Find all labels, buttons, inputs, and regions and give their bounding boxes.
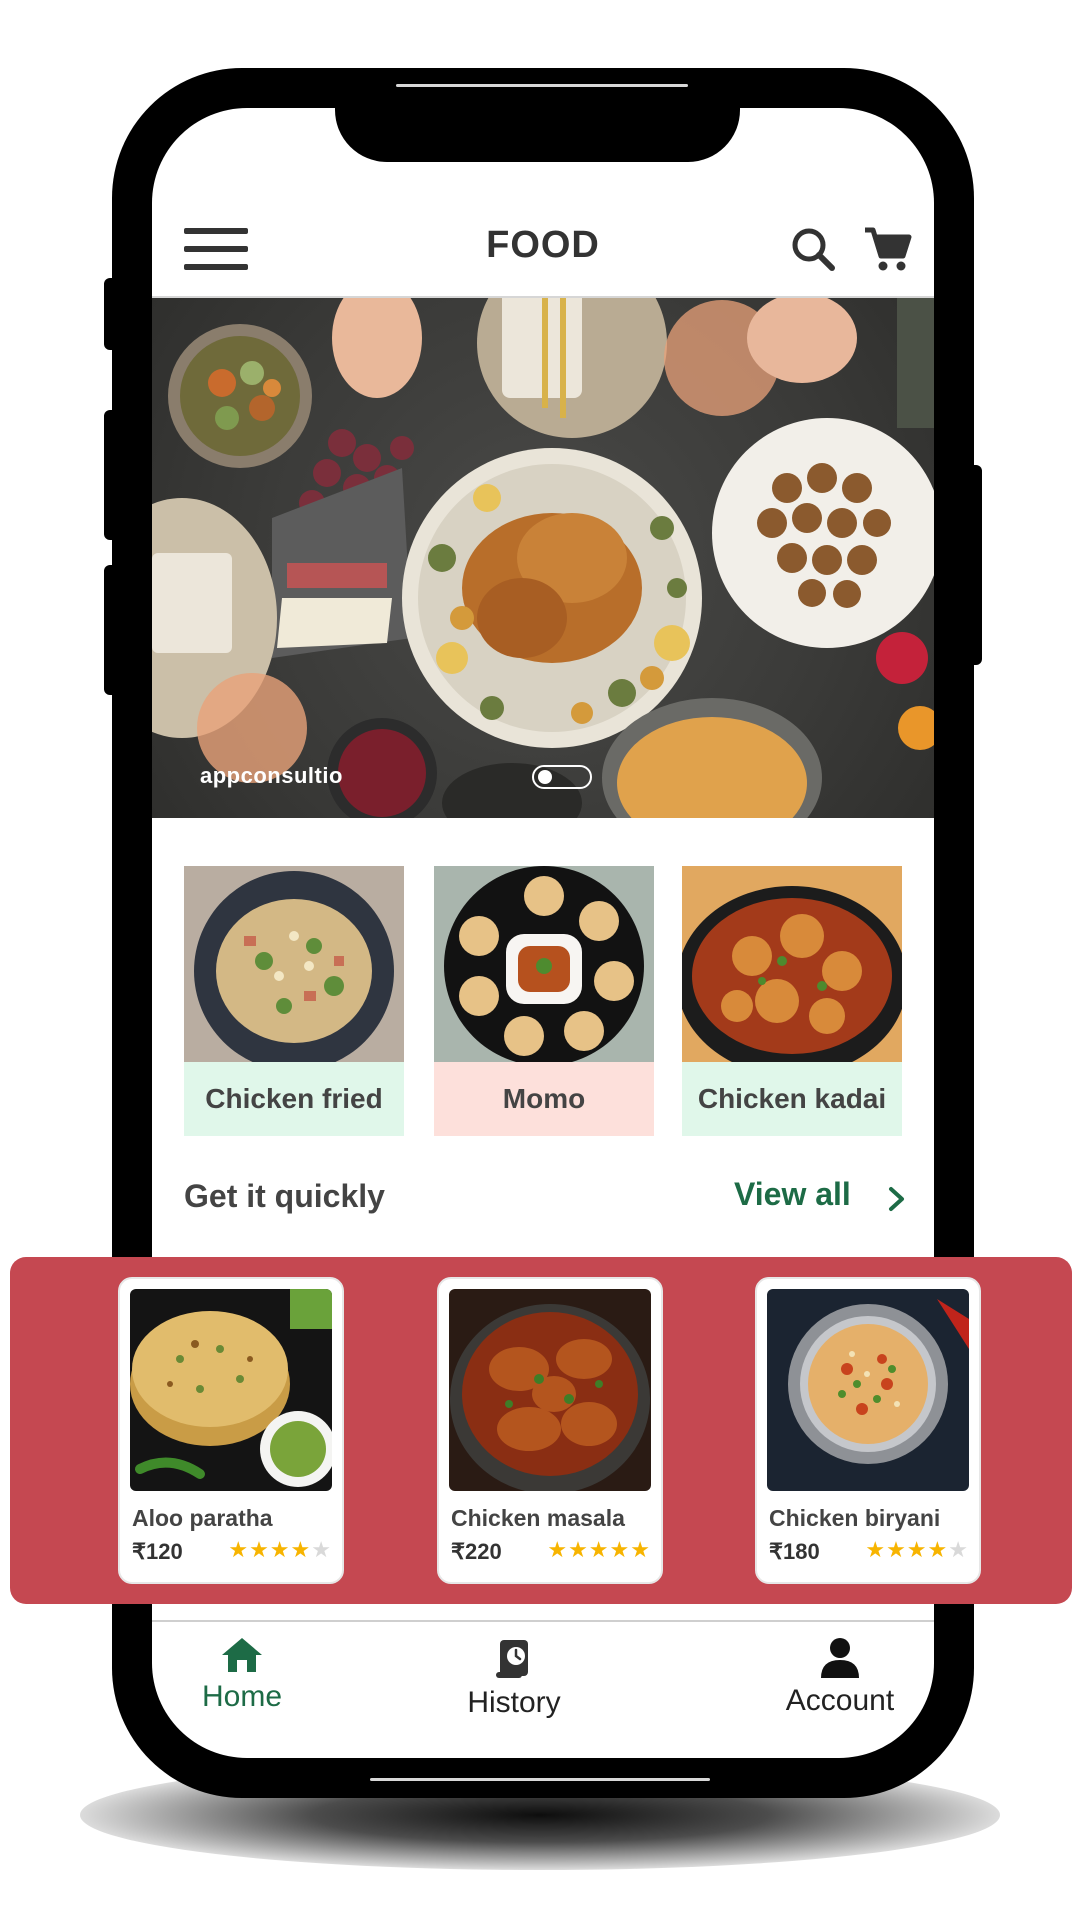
category-label: Momo <box>434 1062 654 1136</box>
nav-label: Home <box>201 1680 283 1713</box>
search-icon[interactable] <box>790 226 836 272</box>
star-filled-icon: ★ <box>886 1538 907 1563</box>
phone-home-indicator <box>370 1778 710 1781</box>
star-empty-icon: ★ <box>311 1538 332 1563</box>
product-price: ₹180 <box>769 1539 820 1564</box>
rating-stars: ★★★★★ <box>228 1538 332 1563</box>
view-all-link[interactable]: View all <box>734 1176 851 1213</box>
category-image-momo <box>434 866 654 1062</box>
star-filled-icon: ★ <box>269 1538 291 1563</box>
nav-item-home[interactable]: Home <box>152 1636 332 1714</box>
bottom-navigation: Home History Account <box>152 1620 934 1762</box>
star-filled-icon: ★ <box>588 1538 610 1563</box>
product-image-chicken-masala <box>449 1289 651 1491</box>
nav-item-history[interactable]: History <box>424 1636 604 1720</box>
chevron-right-icon[interactable] <box>886 1184 908 1214</box>
carousel-indicator[interactable] <box>532 765 592 789</box>
star-filled-icon: ★ <box>906 1538 928 1563</box>
nav-item-account[interactable]: Account <box>750 1636 930 1718</box>
star-filled-icon: ★ <box>228 1538 250 1563</box>
product-name: Chicken biryani <box>769 1505 941 1531</box>
product-price: ₹120 <box>132 1539 183 1564</box>
star-filled-icon: ★ <box>609 1538 631 1563</box>
nav-label: History <box>467 1686 561 1719</box>
star-filled-icon: ★ <box>568 1538 589 1563</box>
star-filled-icon: ★ <box>290 1538 312 1563</box>
category-card-chicken-kadai[interactable]: Chicken kadai <box>682 866 902 1136</box>
home-icon <box>222 1638 262 1672</box>
history-icon <box>496 1640 528 1678</box>
product-card-chicken-masala[interactable]: Chicken masala ₹220 ★★★★★ <box>437 1277 663 1584</box>
phone-notch <box>335 108 740 162</box>
hero-brand-watermark: appconsultio <box>200 763 343 788</box>
rating-stars: ★★★★★ <box>865 1538 969 1563</box>
product-card-chicken-biryani[interactable]: Chicken biryani ₹180 ★★★★★ <box>755 1277 981 1584</box>
category-card-chicken-fried[interactable]: Chicken fried <box>184 866 404 1136</box>
category-label: Chicken kadai <box>682 1062 902 1136</box>
rating-stars: ★★★★★ <box>547 1538 651 1563</box>
star-filled-icon: ★ <box>865 1538 887 1563</box>
category-card-momo[interactable]: Momo <box>434 866 654 1136</box>
star-filled-icon: ★ <box>547 1538 569 1563</box>
section-title: Get it quickly <box>184 1178 385 1214</box>
product-name: Aloo paratha <box>132 1505 273 1531</box>
product-image-aloo-paratha <box>130 1289 332 1491</box>
star-filled-icon: ★ <box>927 1538 949 1563</box>
category-image-chicken-fried <box>184 866 404 1062</box>
product-name: Chicken masala <box>451 1505 625 1531</box>
hero-food-image <box>152 298 934 818</box>
product-card-aloo-paratha[interactable]: Aloo paratha ₹120 ★★★★★ <box>118 1277 344 1584</box>
hero-banner[interactable]: appconsultio <box>152 298 934 818</box>
product-image-chicken-biryani <box>767 1289 969 1491</box>
category-image-chicken-kadai <box>682 866 902 1062</box>
star-empty-icon: ★ <box>948 1538 969 1563</box>
product-price: ₹220 <box>451 1539 502 1564</box>
star-filled-icon: ★ <box>630 1538 651 1563</box>
account-icon <box>821 1638 859 1678</box>
app-header: FOOD <box>152 200 934 298</box>
cart-icon[interactable] <box>862 224 912 274</box>
category-label: Chicken fried <box>184 1062 404 1136</box>
phone-glare-top <box>396 84 688 87</box>
star-filled-icon: ★ <box>249 1538 270 1563</box>
nav-label: Account <box>785 1684 895 1717</box>
